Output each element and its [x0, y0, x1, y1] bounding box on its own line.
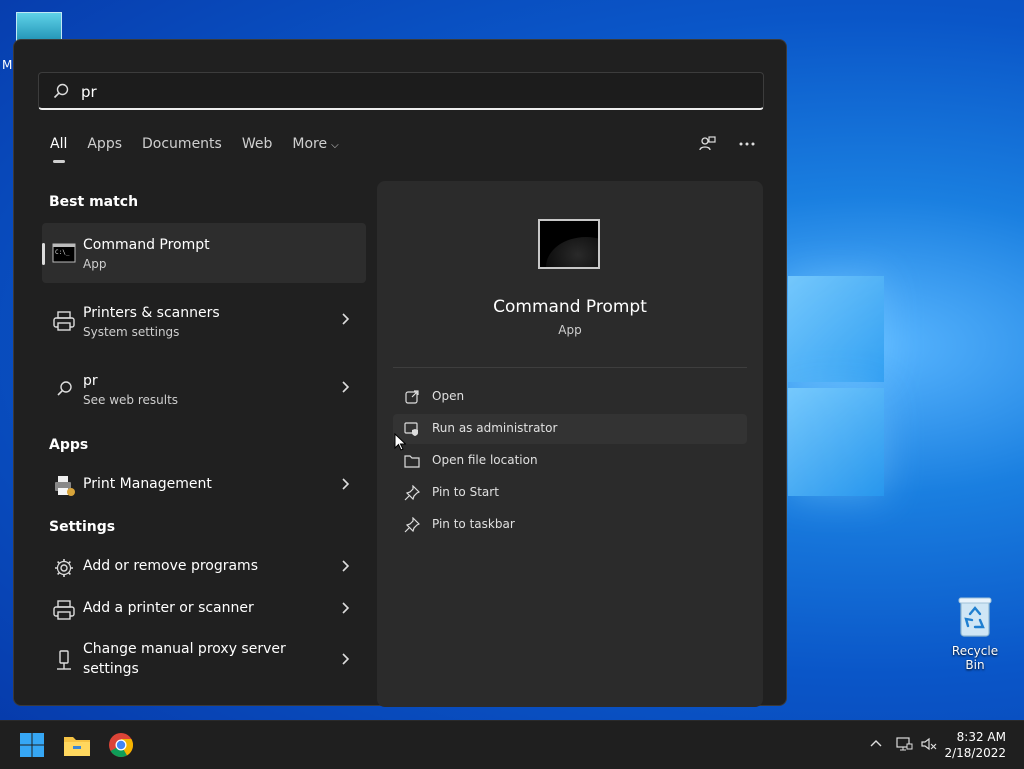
action-pin-to-start[interactable]: Pin to Start — [393, 478, 747, 508]
tab-more-label: More — [292, 136, 328, 152]
file-explorer-button[interactable] — [61, 729, 93, 761]
preview-pane: Command Prompt App Open Run as administr… — [377, 181, 763, 707]
result-subtitle: System settings — [83, 325, 180, 339]
chevron-right-icon — [340, 651, 352, 667]
volume-muted-icon — [921, 737, 937, 751]
chevron-up-icon — [870, 740, 882, 747]
network-button[interactable] — [895, 735, 913, 757]
pin-icon — [404, 516, 421, 533]
action-label: Run as administrator — [432, 421, 558, 435]
preview-title: Command Prompt — [493, 297, 647, 317]
gear-icon — [52, 556, 76, 580]
action-label: Open — [432, 389, 465, 403]
more-options-icon[interactable] — [738, 135, 756, 153]
action-run-as-admin[interactable]: Run as administrator — [393, 414, 747, 444]
search-box[interactable] — [38, 72, 764, 110]
chrome-icon — [109, 733, 134, 758]
clock-time: 8:32 AM — [956, 730, 1006, 744]
mouse-cursor-icon — [394, 432, 407, 455]
preview-divider — [393, 367, 747, 368]
command-prompt-large-icon — [538, 219, 600, 269]
section-best-match: Best match — [49, 194, 139, 210]
clock[interactable]: 8:32 AM 2/18/2022 — [944, 729, 1006, 761]
pin-icon — [404, 484, 421, 501]
result-subtitle: App — [83, 257, 107, 271]
result-title-line1: Change manual proxy server — [83, 641, 286, 657]
svg-text:C:\_: C:\_ — [55, 249, 70, 256]
recycle-bin-label: Recycle Bin — [951, 644, 999, 672]
result-title: Command Prompt — [83, 237, 210, 253]
printer-icon — [52, 309, 76, 333]
open-external-icon — [404, 389, 420, 405]
action-open-file-location[interactable]: Open file location — [393, 446, 747, 476]
search-icon — [53, 83, 69, 103]
filter-tabs: All Apps Documents Web More ⌵ — [50, 136, 359, 166]
result-title: Add or remove programs — [83, 558, 258, 574]
search-panel: All Apps Documents Web More⌵ Best match … — [13, 39, 787, 707]
result-title: Print Management — [83, 476, 212, 492]
network-icon — [896, 737, 913, 751]
chevron-right-icon — [340, 476, 352, 492]
chevron-right-icon — [340, 379, 352, 395]
result-print-management[interactable]: Print Management — [42, 456, 366, 516]
recycle-bin-icon — [958, 596, 992, 638]
command-prompt-icon: C:\_ — [52, 241, 76, 265]
start-button[interactable] — [16, 729, 48, 761]
tab-all[interactable]: All — [50, 136, 67, 166]
print-management-icon — [52, 474, 76, 498]
result-proxy-settings[interactable]: Change manual proxy server settings — [42, 631, 366, 691]
search-icon — [52, 377, 76, 401]
shield-icon — [404, 421, 420, 437]
section-apps: Apps — [49, 437, 89, 453]
tab-web[interactable]: Web — [242, 136, 273, 166]
tab-documents[interactable]: Documents — [142, 136, 222, 166]
result-title: Add a printer or scanner — [83, 600, 254, 616]
windows-logo-icon — [20, 733, 44, 757]
result-subtitle: See web results — [83, 393, 179, 407]
chrome-button[interactable] — [105, 729, 137, 761]
clock-date: 2/18/2022 — [944, 746, 1006, 760]
action-pin-to-taskbar[interactable]: Pin to taskbar — [393, 510, 747, 540]
account-switch-icon[interactable] — [698, 135, 716, 153]
preview-subtitle: App — [558, 323, 582, 337]
action-label: Pin to taskbar — [432, 517, 515, 531]
proxy-icon — [52, 649, 76, 673]
chevron-right-icon — [340, 600, 352, 616]
result-title: Printers & scanners — [83, 305, 220, 321]
action-open[interactable]: Open — [393, 382, 747, 412]
result-title: pr — [83, 373, 98, 389]
section-settings: Settings — [49, 519, 116, 535]
tab-more[interactable]: More ⌵ — [292, 136, 338, 166]
search-input[interactable] — [79, 79, 743, 105]
recycle-bin[interactable]: Recycle Bin — [944, 596, 1006, 672]
printer-icon — [52, 598, 76, 622]
chevron-right-icon — [340, 558, 352, 574]
result-web-search[interactable]: pr See web results — [42, 359, 366, 419]
result-command-prompt[interactable]: C:\_ Command Prompt App — [42, 223, 366, 283]
result-title-line2: settings — [83, 661, 139, 677]
search-header-actions — [698, 135, 756, 153]
folder-icon — [404, 453, 420, 469]
tab-apps[interactable]: Apps — [87, 136, 122, 166]
show-hidden-icons-button[interactable] — [868, 735, 884, 755]
action-label: Open file location — [432, 453, 538, 467]
windows-wallpaper-logo — [788, 268, 888, 500]
action-label: Pin to Start — [432, 485, 499, 499]
folder-icon — [64, 737, 90, 756]
volume-button[interactable] — [920, 735, 938, 757]
desktop-icon-label: M — [2, 58, 13, 72]
chevron-right-icon — [340, 311, 352, 327]
taskbar: 8:32 AM 2/18/2022 — [0, 720, 1024, 769]
result-printers-scanners[interactable]: Printers & scanners System settings — [42, 291, 366, 351]
chevron-down-icon: ⌵ — [331, 140, 339, 151]
